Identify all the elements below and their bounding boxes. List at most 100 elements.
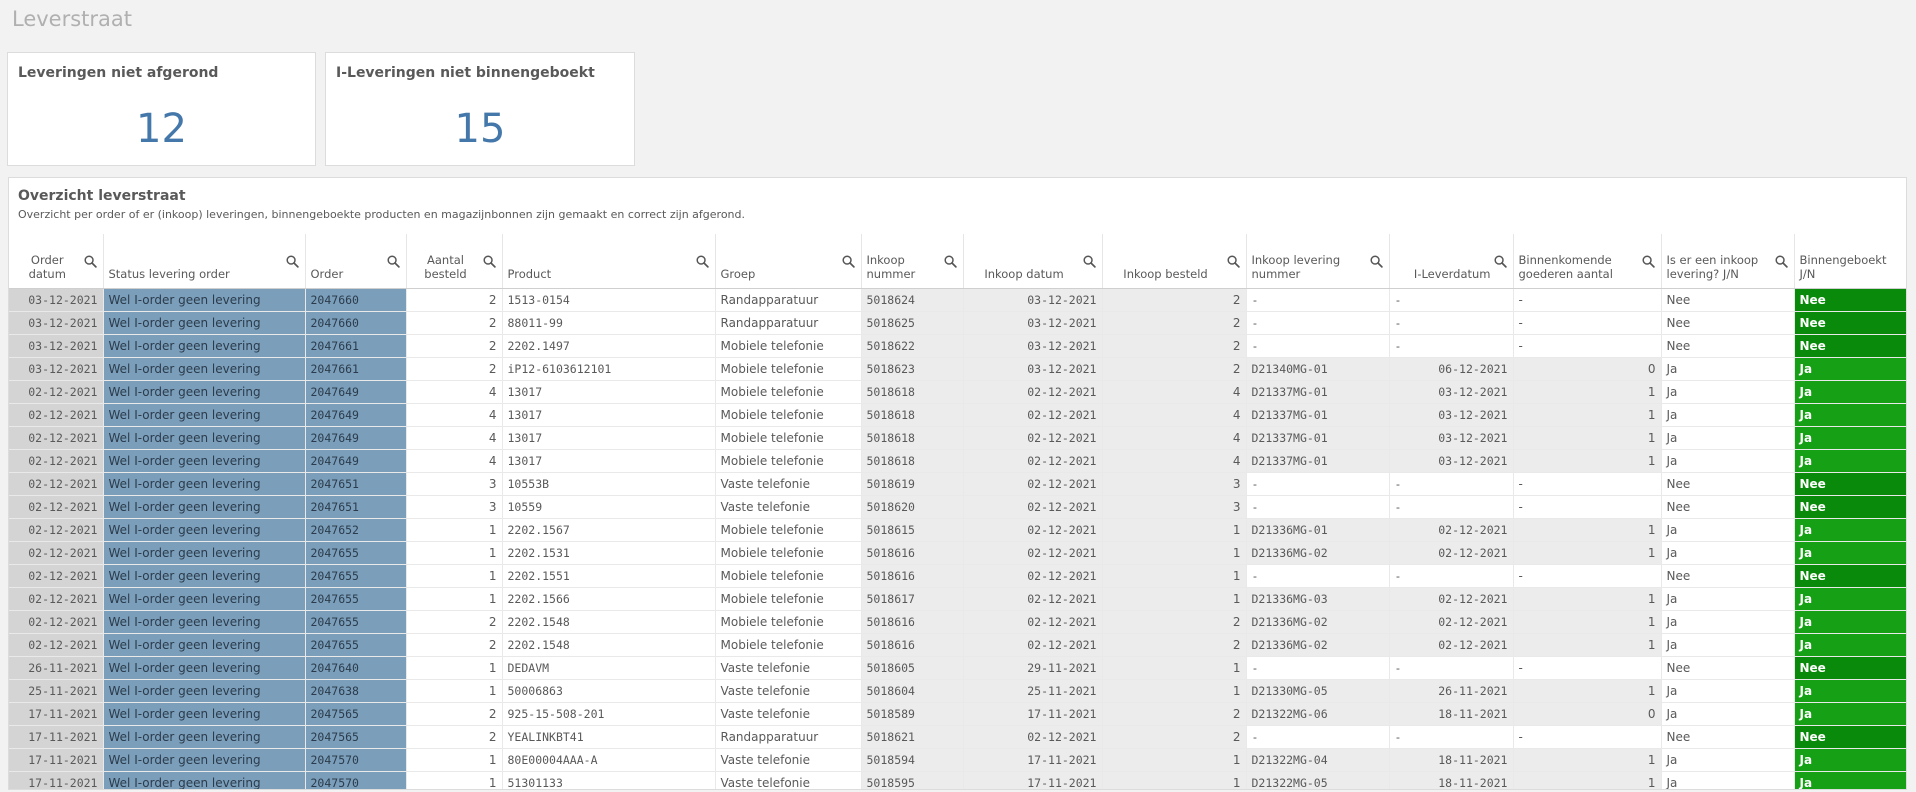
- cell-groep[interactable]: Mobiele telefonie: [715, 426, 862, 450]
- cell-order_datum[interactable]: 02-12-2021: [9, 564, 104, 588]
- table-row[interactable]: 17-11-2021 Wel I-order geen levering 20475…: [9, 702, 1906, 726]
- column-header-levering_nummer[interactable]: Inkoop levering nummer: [1246, 234, 1390, 289]
- column-header-status[interactable]: Status levering order: [103, 234, 306, 289]
- cell-inkoop_datum[interactable]: 17-11-2021: [963, 771, 1103, 789]
- cell-order[interactable]: 2047655: [305, 564, 407, 588]
- cell-product[interactable]: 80E00004AAA-A: [502, 748, 716, 772]
- cell-inkoop_besteld[interactable]: 1: [1102, 679, 1247, 703]
- cell-inkoop_besteld[interactable]: 2: [1102, 725, 1247, 749]
- cell-is_levering[interactable]: Ja: [1661, 541, 1795, 565]
- cell-binnengeboekt[interactable]: Nee: [1794, 311, 1906, 335]
- cell-aantal[interactable]: 2: [406, 610, 503, 634]
- table-scroll-area[interactable]: Order datum Status levering order Order Aan…: [9, 234, 1906, 789]
- cell-status[interactable]: Wel I-order geen levering: [103, 702, 306, 726]
- table-row[interactable]: 02-12-2021 Wel I-order geen levering 20476…: [9, 403, 1906, 427]
- cell-leverdatum[interactable]: 03-12-2021: [1389, 449, 1514, 473]
- cell-order[interactable]: 2047570: [305, 771, 407, 789]
- cell-levering_nummer[interactable]: D21322MG-05: [1246, 771, 1390, 789]
- cell-groep[interactable]: Mobiele telefonie: [715, 403, 862, 427]
- search-icon[interactable]: [1369, 254, 1383, 268]
- cell-levering_nummer[interactable]: -: [1246, 564, 1390, 588]
- column-header-inkoop_datum[interactable]: Inkoop datum: [963, 234, 1103, 289]
- cell-status[interactable]: Wel I-order geen levering: [103, 334, 306, 358]
- cell-inkoop_nummer[interactable]: 5018625: [861, 311, 964, 335]
- cell-levering_nummer[interactable]: D21330MG-05: [1246, 679, 1390, 703]
- table-row[interactable]: 02-12-2021 Wel I-order geen levering 20476…: [9, 610, 1906, 634]
- cell-is_levering[interactable]: Ja: [1661, 403, 1795, 427]
- column-header-inkoop_besteld[interactable]: Inkoop besteld: [1102, 234, 1247, 289]
- cell-inkoop_datum[interactable]: 03-12-2021: [963, 288, 1103, 312]
- cell-inkoop_nummer[interactable]: 5018616: [861, 564, 964, 588]
- cell-inkoop_datum[interactable]: 02-12-2021: [963, 518, 1103, 542]
- cell-inkoop_besteld[interactable]: 1: [1102, 541, 1247, 565]
- cell-aantal[interactable]: 4: [406, 403, 503, 427]
- cell-inkoop_datum[interactable]: 02-12-2021: [963, 380, 1103, 404]
- cell-leverdatum[interactable]: 02-12-2021: [1389, 610, 1514, 634]
- cell-product[interactable]: 2202.1531: [502, 541, 716, 565]
- cell-binnenkomende[interactable]: -: [1513, 472, 1662, 496]
- cell-status[interactable]: Wel I-order geen levering: [103, 725, 306, 749]
- cell-groep[interactable]: Vaste telefonie: [715, 702, 862, 726]
- cell-order_datum[interactable]: 02-12-2021: [9, 610, 104, 634]
- cell-order[interactable]: 2047661: [305, 334, 407, 358]
- cell-inkoop_datum[interactable]: 02-12-2021: [963, 449, 1103, 473]
- cell-order_datum[interactable]: 02-12-2021: [9, 380, 104, 404]
- cell-order_datum[interactable]: 02-12-2021: [9, 633, 104, 657]
- cell-leverdatum[interactable]: 18-11-2021: [1389, 702, 1514, 726]
- cell-inkoop_datum[interactable]: 02-12-2021: [963, 472, 1103, 496]
- cell-order_datum[interactable]: 25-11-2021: [9, 679, 104, 703]
- cell-aantal[interactable]: 2: [406, 702, 503, 726]
- cell-order_datum[interactable]: 02-12-2021: [9, 518, 104, 542]
- table-row[interactable]: 17-11-2021 Wel I-order geen levering 20475…: [9, 748, 1906, 772]
- cell-binnenkomende[interactable]: 1: [1513, 449, 1662, 473]
- cell-inkoop_nummer[interactable]: 5018617: [861, 587, 964, 611]
- cell-status[interactable]: Wel I-order geen levering: [103, 518, 306, 542]
- cell-binnengeboekt[interactable]: Ja: [1794, 403, 1906, 427]
- cell-order_datum[interactable]: 03-12-2021: [9, 311, 104, 335]
- cell-product[interactable]: 2202.1548: [502, 610, 716, 634]
- cell-inkoop_nummer[interactable]: 5018618: [861, 403, 964, 427]
- cell-inkoop_besteld[interactable]: 4: [1102, 449, 1247, 473]
- cell-leverdatum[interactable]: -: [1389, 472, 1514, 496]
- cell-aantal[interactable]: 2: [406, 311, 503, 335]
- cell-leverdatum[interactable]: -: [1389, 656, 1514, 680]
- cell-binnengeboekt[interactable]: Ja: [1794, 771, 1906, 789]
- cell-order[interactable]: 2047651: [305, 472, 407, 496]
- column-header-leverdatum[interactable]: I-Leverdatum: [1389, 234, 1514, 289]
- cell-aantal[interactable]: 2: [406, 288, 503, 312]
- cell-order[interactable]: 2047655: [305, 633, 407, 657]
- cell-order[interactable]: 2047649: [305, 449, 407, 473]
- cell-inkoop_besteld[interactable]: 2: [1102, 702, 1247, 726]
- cell-binnenkomende[interactable]: 1: [1513, 771, 1662, 789]
- cell-binnengeboekt[interactable]: Ja: [1794, 357, 1906, 381]
- cell-groep[interactable]: Randapparatuur: [715, 311, 862, 335]
- table-row[interactable]: 03-12-2021 Wel I-order geen levering 20476…: [9, 311, 1906, 335]
- cell-inkoop_nummer[interactable]: 5018621: [861, 725, 964, 749]
- cell-is_levering[interactable]: Ja: [1661, 771, 1795, 789]
- cell-inkoop_nummer[interactable]: 5018622: [861, 334, 964, 358]
- cell-inkoop_datum[interactable]: 02-12-2021: [963, 725, 1103, 749]
- cell-is_levering[interactable]: Nee: [1661, 288, 1795, 312]
- search-icon[interactable]: [695, 254, 709, 268]
- cell-inkoop_besteld[interactable]: 1: [1102, 771, 1247, 789]
- cell-inkoop_datum[interactable]: 02-12-2021: [963, 403, 1103, 427]
- cell-product[interactable]: 2202.1551: [502, 564, 716, 588]
- cell-aantal[interactable]: 3: [406, 495, 503, 519]
- cell-inkoop_nummer[interactable]: 5018604: [861, 679, 964, 703]
- cell-binnenkomende[interactable]: 0: [1513, 702, 1662, 726]
- cell-binnenkomende[interactable]: -: [1513, 564, 1662, 588]
- cell-inkoop_nummer[interactable]: 5018616: [861, 541, 964, 565]
- cell-leverdatum[interactable]: 03-12-2021: [1389, 380, 1514, 404]
- cell-levering_nummer[interactable]: D21337MG-01: [1246, 426, 1390, 450]
- cell-binnenkomende[interactable]: -: [1513, 725, 1662, 749]
- cell-inkoop_besteld[interactable]: 1: [1102, 564, 1247, 588]
- cell-groep[interactable]: Vaste telefonie: [715, 472, 862, 496]
- cell-inkoop_besteld[interactable]: 2: [1102, 357, 1247, 381]
- cell-order[interactable]: 2047655: [305, 610, 407, 634]
- cell-order_datum[interactable]: 02-12-2021: [9, 587, 104, 611]
- cell-inkoop_nummer[interactable]: 5018620: [861, 495, 964, 519]
- cell-is_levering[interactable]: Nee: [1661, 472, 1795, 496]
- cell-order_datum[interactable]: 26-11-2021: [9, 656, 104, 680]
- cell-is_levering[interactable]: Nee: [1661, 656, 1795, 680]
- cell-order_datum[interactable]: 02-12-2021: [9, 449, 104, 473]
